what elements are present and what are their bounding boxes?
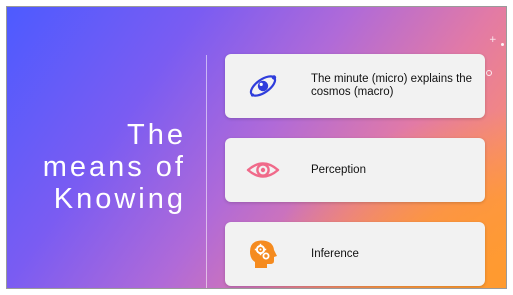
card-label: Perception	[311, 163, 366, 176]
vertical-divider	[206, 55, 207, 288]
title-line-1: The	[127, 119, 186, 151]
sparkle-dot-icon	[501, 43, 504, 46]
sparkle-ring-icon	[486, 70, 492, 76]
card-perception[interactable]: Perception	[225, 138, 485, 202]
card-label: Inference	[311, 247, 359, 260]
title-line-3: Knowing	[53, 183, 186, 215]
sparkle-plus-icon: +	[489, 35, 497, 45]
title-line-2: means of	[42, 151, 186, 183]
card-label: The minute (micro) explains the cosmos (…	[311, 73, 473, 98]
card-micro-macro[interactable]: The minute (micro) explains the cosmos (…	[225, 54, 485, 118]
eye-icon	[246, 162, 280, 178]
head-gears-icon	[250, 240, 277, 268]
slide-title: The means of Knowing	[16, 119, 186, 215]
slide-frame: The means of Knowing + The minute (micro…	[6, 6, 507, 289]
galaxy-orbit-icon	[249, 75, 277, 97]
card-inference[interactable]: Inference	[225, 222, 485, 286]
slide-background: The means of Knowing + The minute (micro…	[7, 7, 506, 288]
